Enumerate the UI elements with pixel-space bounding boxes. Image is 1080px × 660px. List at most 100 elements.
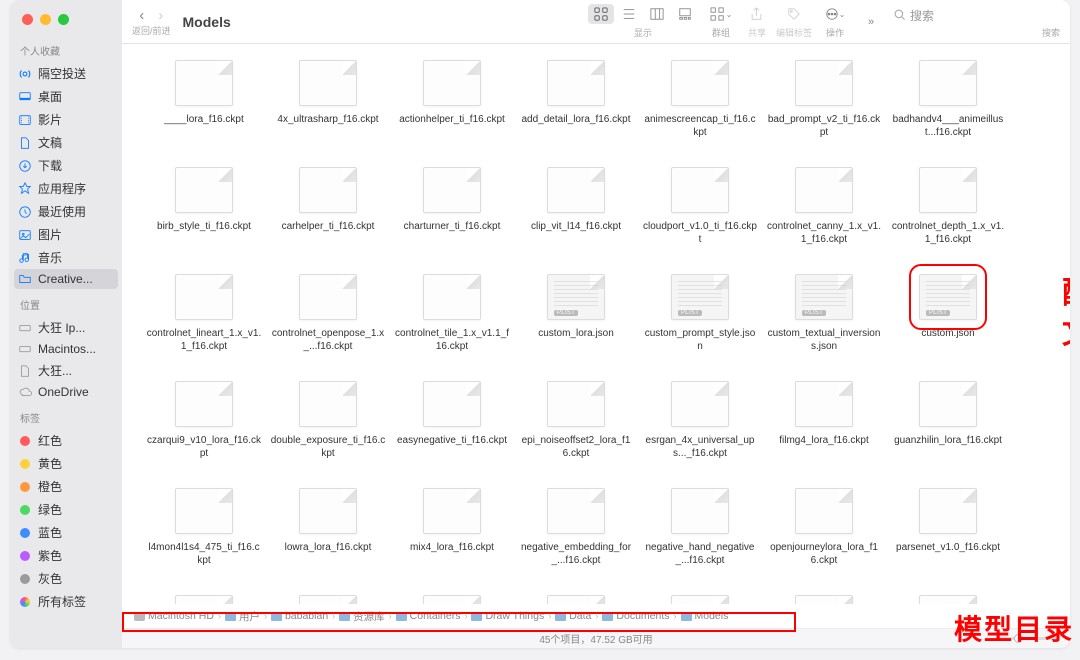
sidebar-item-documents[interactable]: 文稿 xyxy=(10,131,122,154)
sidebar-tag[interactable]: 橙色 xyxy=(10,475,122,498)
sidebar-item-pictures[interactable]: 图片 xyxy=(10,223,122,246)
breadcrumb-item[interactable]: Macintosh HD xyxy=(134,610,214,622)
file-item[interactable]: PLISTcustom.json配置文件 xyxy=(890,274,1006,353)
sidebar-location[interactable]: OneDrive xyxy=(10,382,122,402)
sidebar-item-recents[interactable]: 最近使用 xyxy=(10,200,122,223)
sidebar-tag[interactable]: 红色 xyxy=(10,429,122,452)
breadcrumb-item[interactable]: 资源库 xyxy=(339,609,385,624)
file-item[interactable]: lowra_lora_f16.ckpt xyxy=(270,488,386,567)
file-item[interactable]: filmg4_lora_f16.ckpt xyxy=(766,381,882,460)
sidebar-item-airdrop[interactable]: 隔空投送 xyxy=(10,62,122,85)
share-button[interactable] xyxy=(744,4,770,24)
file-item[interactable]: l4mon4l1s4_475_ti_f16.ckpt xyxy=(146,488,262,567)
file-name: clip_vit_l14_f16.ckpt xyxy=(531,221,621,234)
file-item[interactable] xyxy=(642,595,758,604)
all-tags[interactable]: 所有标签 xyxy=(10,590,122,613)
file-item[interactable] xyxy=(394,595,510,604)
sidebar-location[interactable]: 大狂 Ip... xyxy=(10,316,122,339)
forward-button[interactable]: › xyxy=(158,7,163,24)
file-item[interactable]: parsenet_v1.0_f16.ckpt xyxy=(890,488,1006,567)
file-item[interactable]: epi_noiseoffset2_lora_f16.ckpt xyxy=(518,381,634,460)
file-item[interactable]: animescreencap_ti_f16.ckpt xyxy=(642,60,758,139)
file-item[interactable]: charturner_ti_f16.ckpt xyxy=(394,167,510,246)
all-tags-label: 所有标签 xyxy=(38,593,86,610)
file-item[interactable]: PLISTcustom_textual_inversions.json xyxy=(766,274,882,353)
sidebar-item-downloads[interactable]: 下载 xyxy=(10,154,122,177)
file-item[interactable]: esrgan_4x_universal_ups..._f16.ckpt xyxy=(642,381,758,460)
file-item[interactable]: easynegative_ti_f16.ckpt xyxy=(394,381,510,460)
file-item[interactable]: badhandv4___animeillust...f16.ckpt xyxy=(890,60,1006,139)
sidebar-location[interactable]: 大狂... xyxy=(10,359,122,382)
sidebar-tag[interactable]: 黄色 xyxy=(10,452,122,475)
file-item[interactable]: clip_vit_l14_f16.ckpt xyxy=(518,167,634,246)
file-item[interactable]: add_detail_lora_f16.ckpt xyxy=(518,60,634,139)
sidebar-item-folder[interactable]: Creative... xyxy=(14,269,118,289)
close-icon[interactable] xyxy=(22,14,33,25)
sidebar-tag[interactable]: 绿色 xyxy=(10,498,122,521)
file-item[interactable]: PLISTcustom_lora.json xyxy=(518,274,634,353)
file-item[interactable] xyxy=(146,595,262,604)
chevron-right-icon: › xyxy=(674,611,677,621)
edit-tags-button[interactable] xyxy=(781,4,807,24)
file-item[interactable]: bad_prompt_v2_ti_f16.ckpt xyxy=(766,60,882,139)
back-button[interactable]: ‹ xyxy=(139,7,144,24)
sidebar-tag[interactable]: 紫色 xyxy=(10,544,122,567)
file-item[interactable]: negative_hand_negative_...f16.ckpt xyxy=(642,488,758,567)
breadcrumb-item[interactable]: Documents xyxy=(602,610,669,622)
file-item[interactable]: birb_style_ti_f16.ckpt xyxy=(146,167,262,246)
file-item[interactable]: controlnet_canny_1.x_v1.1_f16.ckpt xyxy=(766,167,882,246)
file-item[interactable]: cloudport_v1.0_ti_f16.ckpt xyxy=(642,167,758,246)
sidebar-item-music[interactable]: 音乐 xyxy=(10,246,122,269)
breadcrumb-item[interactable]: Data xyxy=(555,610,591,622)
breadcrumb-item[interactable]: 用户 xyxy=(225,609,260,624)
gallery-view-button[interactable] xyxy=(672,4,698,24)
path-bar: Macintosh HD›用户›bababian›资源库›Containers›… xyxy=(122,604,1070,628)
file-item[interactable] xyxy=(518,595,634,604)
sidebar-item-desktop[interactable]: 桌面 xyxy=(10,85,122,108)
column-view-button[interactable] xyxy=(644,4,670,24)
list-view-button[interactable] xyxy=(616,4,642,24)
group-button[interactable]: ⌄ xyxy=(704,4,738,24)
file-item[interactable]: carhelper_ti_f16.ckpt xyxy=(270,167,386,246)
actions-button[interactable]: ⌄ xyxy=(818,4,852,24)
file-icon xyxy=(547,595,605,604)
file-name: controlnet_lineart_1.x_v1.1_f16.ckpt xyxy=(146,328,262,353)
file-item[interactable]: mix4_lora_f16.ckpt xyxy=(394,488,510,567)
sidebar-item-apps[interactable]: 应用程序 xyxy=(10,177,122,200)
main-area: ‹ › 返回/前进 Models 显示 ⌄ 群 xyxy=(122,0,1070,648)
folder-icon xyxy=(602,612,613,621)
file-item[interactable]: ____lora_f16.ckpt xyxy=(146,60,262,139)
file-item[interactable]: 4x_ultrasharp_f16.ckpt xyxy=(270,60,386,139)
sidebar-tag[interactable]: 蓝色 xyxy=(10,521,122,544)
breadcrumb-item[interactable]: Containers xyxy=(396,610,461,622)
file-item[interactable]: PLISTcustom_prompt_style.json xyxy=(642,274,758,353)
sidebar-location[interactable]: Macintos... xyxy=(10,339,122,359)
file-item[interactable]: czarqui9_v10_lora_f16.ckpt xyxy=(146,381,262,460)
file-item[interactable] xyxy=(270,595,386,604)
file-icon xyxy=(299,167,357,213)
file-item[interactable]: controlnet_depth_1.x_v1.1_f16.ckpt xyxy=(890,167,1006,246)
favorites-header: 个人收藏 xyxy=(10,35,122,62)
minimize-icon[interactable] xyxy=(40,14,51,25)
breadcrumb-item[interactable]: Models xyxy=(681,610,729,622)
sidebar-tag[interactable]: 灰色 xyxy=(10,567,122,590)
breadcrumb-item[interactable]: Draw Things xyxy=(471,610,544,622)
search-input[interactable]: 搜索 xyxy=(890,5,1060,26)
file-item[interactable]: actionhelper_ti_f16.ckpt xyxy=(394,60,510,139)
file-item[interactable]: double_exposure_ti_f16.ckpt xyxy=(270,381,386,460)
expand-toolbar-button[interactable]: » xyxy=(858,12,884,32)
file-item[interactable]: controlnet_tile_1.x_v1.1_f16.ckpt xyxy=(394,274,510,353)
file-item[interactable]: openjourneylora_lora_f16.ckpt xyxy=(766,488,882,567)
file-item[interactable] xyxy=(890,595,1006,604)
file-item[interactable]: negative_embedding_for_...f16.ckpt xyxy=(518,488,634,567)
file-item[interactable]: guanzhilin_lora_f16.ckpt xyxy=(890,381,1006,460)
file-name: negative_embedding_for_...f16.ckpt xyxy=(518,542,634,567)
icon-view-button[interactable] xyxy=(588,4,614,24)
file-item[interactable]: controlnet_lineart_1.x_v1.1_f16.ckpt xyxy=(146,274,262,353)
file-item[interactable] xyxy=(766,595,882,604)
breadcrumb-item[interactable]: bababian xyxy=(271,610,328,622)
sidebar-item-movies[interactable]: 影片 xyxy=(10,108,122,131)
file-item[interactable]: controlnet_openpose_1.x_...f16.ckpt xyxy=(270,274,386,353)
file-name: birb_style_ti_f16.ckpt xyxy=(157,221,251,234)
fullscreen-icon[interactable] xyxy=(58,14,69,25)
